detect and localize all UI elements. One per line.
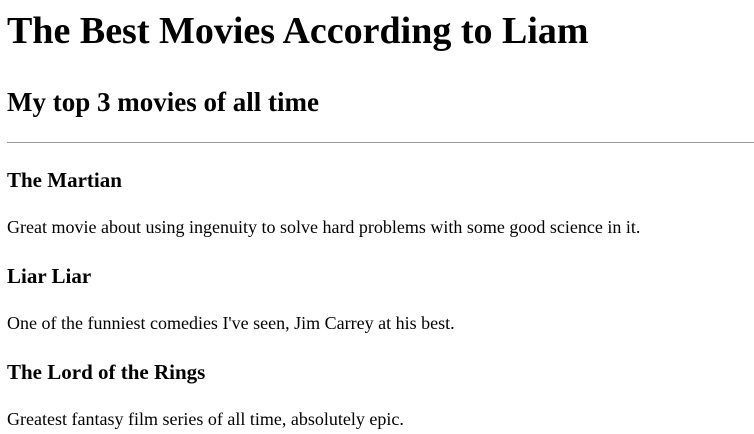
movie-title: The Martian [7,168,122,192]
movie-description: Great movie about using ingenuity to sol… [7,217,641,237]
movie-title: The Lord of the Rings [7,360,206,384]
page-title: The Best Movies According to Liam [7,10,589,52]
page-subtitle: My top 3 movies of all time [7,87,319,117]
movie-item: The Lord of the Rings Greatest fantasy f… [7,334,754,430]
movie-item: The Martian Great movie about using inge… [7,143,754,238]
page-content: The Best Movies According to Liam My top… [0,0,754,430]
movie-description: One of the funniest comedies I've seen, … [7,313,455,333]
movie-title: Liar Liar [7,264,92,288]
movie-item: Liar Liar One of the funniest comedies I… [7,238,754,334]
movie-description: Greatest fantasy film series of all time… [7,409,404,429]
